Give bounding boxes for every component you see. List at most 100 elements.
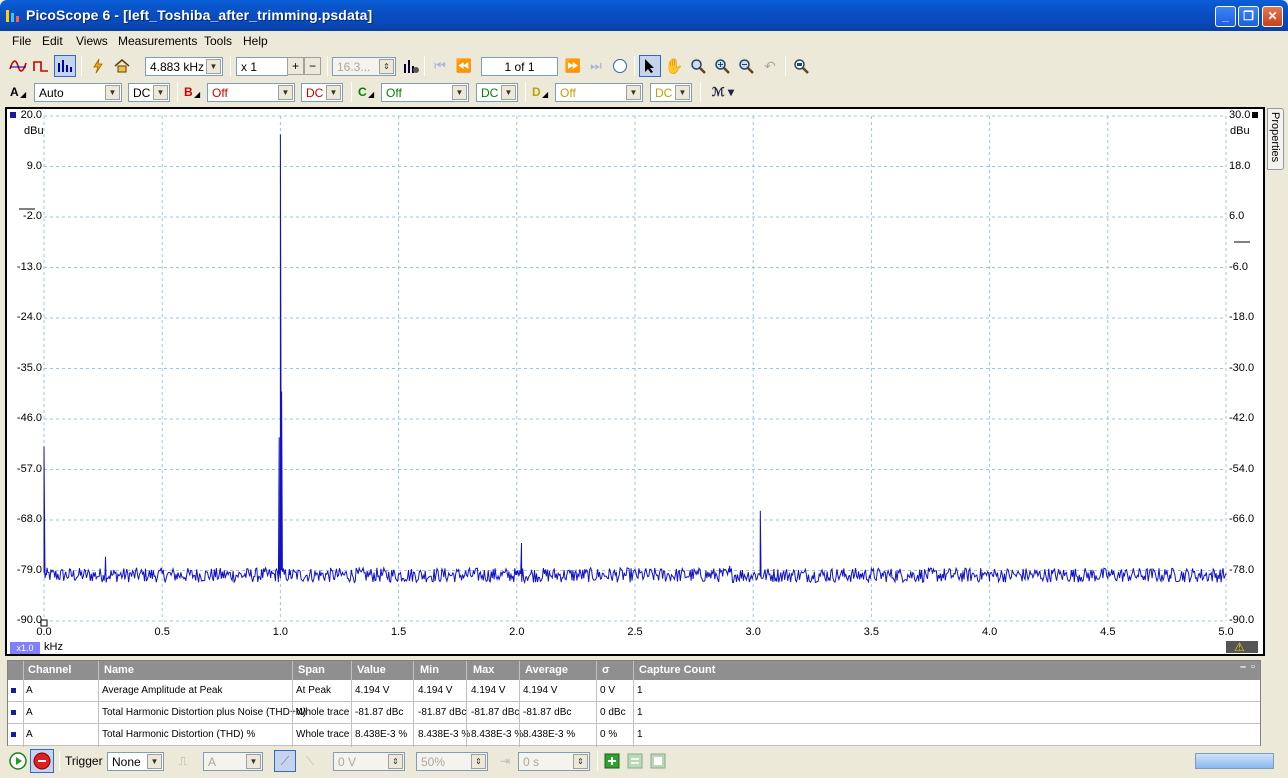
delay-button[interactable]: ⇥: [494, 750, 516, 772]
right-tick-label: -42.0: [1229, 412, 1255, 424]
col-min[interactable]: Min: [420, 664, 439, 676]
x-tick-label: 4.5: [1100, 626, 1116, 638]
col-capture-count[interactable]: Capture Count: [639, 664, 715, 676]
pretrigger-field[interactable]: 50% ⇕: [416, 752, 488, 771]
spinner-icon: ⇕: [388, 754, 403, 769]
col-channel[interactable]: Channel: [28, 664, 71, 676]
col-value[interactable]: Value: [357, 664, 386, 676]
x-tick-label: 1.5: [390, 626, 407, 638]
right-axis-unit: dBu: [1230, 125, 1250, 137]
col-max[interactable]: Max: [473, 664, 494, 676]
properties-tab[interactable]: Properties: [1267, 108, 1284, 170]
trigger-mode-select[interactable]: None ▼: [107, 752, 164, 771]
minimize-panel-icon[interactable]: –: [1240, 661, 1246, 673]
start-button[interactable]: [7, 750, 29, 772]
x-tick-label: 4.0: [981, 626, 998, 638]
left-tick-label: -13.0: [16, 260, 42, 273]
table-cell: Total Harmonic Distortion (THD) %: [102, 729, 256, 740]
properties-tab-label: Properties: [1269, 112, 1281, 163]
delete-measurement-button[interactable]: [647, 750, 669, 772]
table-cell: 0 V: [600, 685, 616, 696]
table-cell: -81.87 dBc: [471, 707, 520, 718]
table-cell: 0 %: [600, 729, 618, 740]
trigger-label: Trigger: [65, 754, 103, 768]
table-cell: 1: [637, 729, 643, 740]
stop-button[interactable]: [30, 749, 54, 773]
table-cell: -81.87 dBc: [523, 707, 572, 718]
x-tick-label: 1.0: [272, 626, 289, 638]
trigger-source-select[interactable]: A ▼: [203, 752, 263, 771]
right-tick-label: -66.0: [1229, 513, 1255, 525]
table-cell: -81.87 dBc: [418, 707, 467, 718]
x-tick-label: 5.0: [1218, 626, 1234, 638]
right-tick-label: 18.0: [1229, 159, 1251, 172]
left-tick-label: -90.0: [16, 614, 42, 626]
table-cell: Whole trace: [296, 729, 350, 740]
table-cell: 0 dBc: [600, 707, 626, 718]
maximize-panel-icon[interactable]: ▫: [1251, 661, 1255, 673]
col-span[interactable]: Span: [298, 664, 325, 676]
col-average[interactable]: Average: [525, 664, 568, 676]
table-cell: A: [26, 729, 33, 740]
rising-edge-button[interactable]: ⟋: [274, 750, 296, 772]
table-cell: At Peak: [296, 685, 332, 696]
chevron-down-icon: ▼: [147, 754, 162, 769]
falling-edge-button[interactable]: ⟍: [299, 750, 321, 772]
left-axis-unit: dBu: [24, 125, 44, 137]
x-tick-label: 2.5: [627, 626, 643, 638]
table-row[interactable]: A Total Harmonic Distortion plus Noise (T…: [8, 702, 1260, 724]
edit-measurement-button[interactable]: [624, 750, 646, 772]
add-measurement-button[interactable]: [601, 750, 623, 772]
toolbar-separator: [597, 751, 598, 771]
advanced-trigger-button[interactable]: ⎍: [172, 750, 194, 772]
x-scroll-indicator[interactable]: ⚠: [1226, 640, 1258, 654]
left-tick-label: -79.0: [16, 563, 42, 576]
channel-color-marker: [11, 710, 16, 715]
toolbar-separator: [59, 751, 60, 771]
trigger-delay-field[interactable]: 0 s ⇕: [518, 752, 590, 771]
table-cell: A: [26, 685, 33, 696]
chevron-down-icon: ▼: [246, 754, 261, 769]
trigger-delay: 0 s: [523, 755, 540, 769]
table-row[interactable]: A Total Harmonic Distortion (THD) % Whole …: [8, 724, 1260, 746]
right-tick-label: -54.0: [1229, 462, 1255, 475]
right-tick-label: -18.0: [1229, 311, 1255, 323]
left-tick-label: -68.0: [16, 513, 42, 525]
pretrigger: 50%: [421, 755, 446, 769]
left-tick-label: -2.0: [23, 210, 42, 222]
play-icon: [9, 752, 27, 770]
x-tick-label: 0.5: [154, 626, 170, 638]
status-bar: Trigger None ▼ ⎍ A ▼ ⟋ ⟍ 0 V ⇕ 50% ⇕ ⇥ 0 s ⇕: [4, 748, 1284, 774]
spinner-icon: ⇕: [573, 754, 588, 769]
table-cell: 8.438E-3 %: [471, 729, 524, 740]
left-tick-label: -35.0: [16, 361, 42, 374]
trigger-threshold-field[interactable]: 0 V ⇕: [333, 752, 405, 771]
table-row[interactable]: A Average Amplitude at Peak At Peak 4.194 V…: [8, 680, 1260, 702]
table-cell: 4.194 V: [418, 685, 453, 696]
col-sigma[interactable]: σ: [602, 664, 610, 676]
rising-edge-icon: ⟋: [280, 753, 290, 768]
capture-progress-bar: [1195, 753, 1274, 769]
right-tick-label: 30.0: [1229, 109, 1251, 121]
trigger-mode: None: [112, 755, 141, 769]
channel-color-marker: [11, 732, 16, 737]
left-tick-label: -57.0: [16, 462, 42, 475]
channel-color-marker: [11, 688, 16, 693]
delete-icon: [650, 753, 666, 769]
table-cell: Average Amplitude at Peak: [102, 685, 223, 696]
table-cell: 4.194 V: [523, 685, 558, 696]
measurements-table[interactable]: Channel Name Span Value Min Max Average …: [7, 660, 1261, 747]
table-cell: 8.438E-3 %: [418, 729, 471, 740]
right-tick-label: -6.0: [1229, 260, 1248, 273]
falling-edge-icon: ⟍: [305, 753, 315, 768]
x-axis-unit: kHz: [44, 641, 63, 653]
right-tick-label: -78.0: [1229, 563, 1255, 576]
delay-icon: ⇥: [499, 754, 511, 768]
right-tick-label: -30.0: [1229, 361, 1255, 374]
col-name[interactable]: Name: [104, 664, 134, 676]
trigger-edge-icon: ⎍: [178, 753, 188, 768]
measurements-header: Channel Name Span Value Min Max Average …: [8, 661, 1260, 680]
edit-icon: [627, 753, 643, 769]
table-cell: 4.194 V: [471, 685, 506, 696]
add-icon: [604, 753, 620, 769]
